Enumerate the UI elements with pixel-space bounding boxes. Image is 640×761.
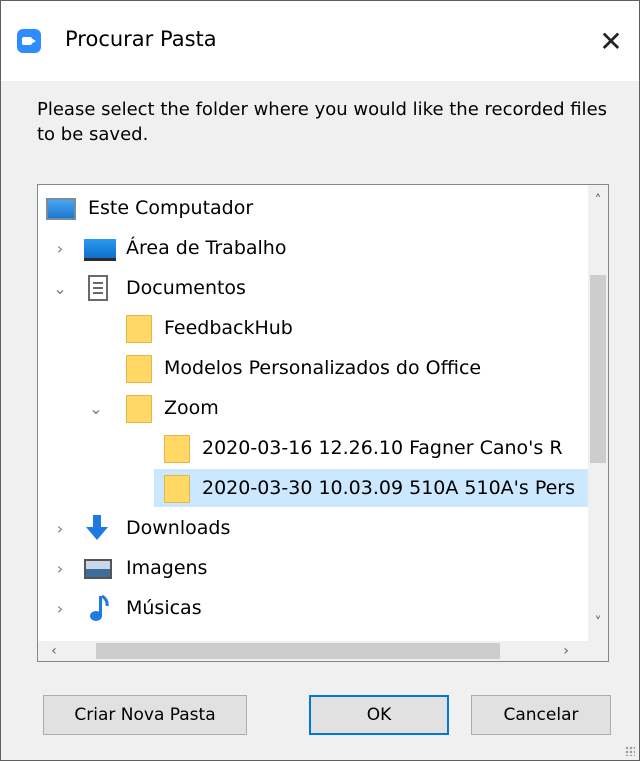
computer-icon xyxy=(46,198,76,220)
collapse-chevron-icon[interactable]: ⌄ xyxy=(50,269,70,307)
tree-item-label: Downloads xyxy=(126,517,231,539)
tree-item-label: 2020-03-16 12.26.10 Fagner Cano's R xyxy=(202,437,563,459)
collapse-chevron-icon[interactable]: ⌄ xyxy=(86,389,106,427)
tree-item-area-de-trabalho[interactable]: › Área de Trabalho xyxy=(38,229,588,267)
close-button[interactable]: ✕ xyxy=(587,19,635,63)
tree-item-label: Músicas xyxy=(126,597,202,619)
images-icon xyxy=(84,559,112,579)
vertical-scroll-thumb[interactable] xyxy=(590,275,606,463)
cancel-button[interactable]: Cancelar xyxy=(471,695,611,735)
tree-item-label: Imagens xyxy=(126,557,208,579)
new-folder-button[interactable]: Criar Nova Pasta xyxy=(43,695,247,735)
horizontal-scrollbar[interactable]: ‹ › xyxy=(38,641,588,661)
dialog-title: Procurar Pasta xyxy=(65,27,217,51)
music-icon xyxy=(90,594,109,621)
folder-icon xyxy=(126,355,152,383)
tree-item-downloads[interactable]: › Downloads xyxy=(38,509,588,547)
tree-item-feedbackhub[interactable]: FeedbackHub xyxy=(38,309,588,347)
tree-item-recording-2020-03-30[interactable]: 2020-03-30 10.03.09 510A 510A's Pers xyxy=(154,469,588,507)
tree-item-imagens[interactable]: › Imagens xyxy=(38,549,588,587)
folder-icon xyxy=(126,395,152,423)
browse-folder-dialog: Procurar Pasta ✕ Please select the folde… xyxy=(0,0,640,761)
expand-chevron-icon[interactable]: › xyxy=(50,549,70,587)
tree-item-musicas[interactable]: › Músicas xyxy=(38,589,588,627)
scroll-down-arrow-icon[interactable]: ˅ xyxy=(588,613,608,633)
tree-item-label: FeedbackHub xyxy=(164,317,293,339)
scroll-left-arrow-icon[interactable]: ‹ xyxy=(44,641,64,661)
folder-icon xyxy=(164,435,190,463)
tree-item-modelos-personalizados[interactable]: Modelos Personalizados do Office xyxy=(38,349,588,387)
instruction-text: Please select the folder where you would… xyxy=(37,99,608,145)
tree-item-label: Zoom xyxy=(164,397,219,419)
scroll-right-arrow-icon[interactable]: › xyxy=(556,641,576,661)
ok-button[interactable]: OK xyxy=(309,695,449,735)
title-bar[interactable]: Procurar Pasta ✕ xyxy=(1,1,639,81)
folder-icon xyxy=(126,315,152,343)
downloads-icon xyxy=(86,515,108,540)
folder-icon xyxy=(164,475,190,503)
scrollbar-corner xyxy=(588,641,608,661)
tree-item-documentos[interactable]: ⌄ Documentos xyxy=(38,269,588,307)
folder-tree[interactable]: Este Computador › Área de Trabalho ⌄ Doc… xyxy=(37,184,609,662)
horizontal-scroll-thumb[interactable] xyxy=(96,643,500,659)
resize-grip-icon[interactable] xyxy=(625,746,635,756)
tree-item-label: Este Computador xyxy=(88,197,254,219)
documents-icon xyxy=(88,275,108,301)
tree-item-label: Modelos Personalizados do Office xyxy=(164,357,482,379)
tree-item-zoom[interactable]: ⌄ Zoom xyxy=(38,389,588,427)
expand-chevron-icon[interactable]: › xyxy=(50,229,70,267)
tree-item-recording-2020-03-16[interactable]: 2020-03-16 12.26.10 Fagner Cano's R xyxy=(38,429,588,467)
desktop-icon xyxy=(84,239,116,261)
zoom-app-icon xyxy=(17,29,41,53)
expand-chevron-icon[interactable]: › xyxy=(50,589,70,627)
tree-item-label: Área de Trabalho xyxy=(126,237,287,259)
tree-item-label: Documentos xyxy=(126,277,246,299)
expand-chevron-icon[interactable]: › xyxy=(50,509,70,547)
tree-item-label: 2020-03-30 10.03.09 510A 510A's Pers xyxy=(202,477,576,499)
vertical-scrollbar[interactable]: ˄ ˅ xyxy=(588,185,608,641)
scroll-up-arrow-icon[interactable]: ˄ xyxy=(588,191,608,211)
tree-item-este-computador[interactable]: Este Computador xyxy=(38,189,588,227)
